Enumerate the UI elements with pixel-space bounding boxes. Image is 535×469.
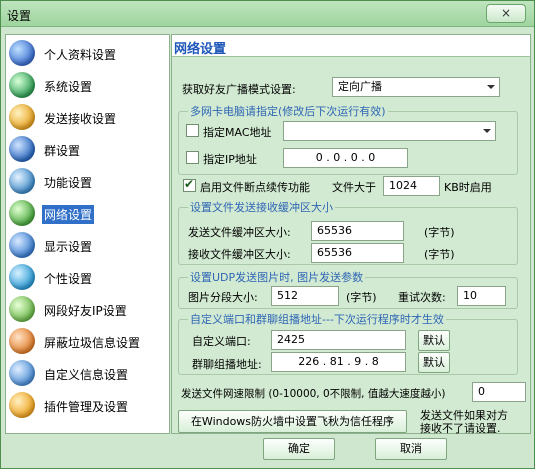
block-spam-icon — [9, 328, 35, 354]
close-button[interactable]: × — [486, 4, 526, 23]
plugin-icon — [9, 392, 35, 418]
sidebar-item-label: 自定义信息设置 — [44, 368, 129, 382]
send-buffer-input[interactable]: 65536 — [311, 221, 404, 241]
user-profile-icon — [9, 40, 35, 66]
sidebar-item-label: 个性设置 — [44, 272, 93, 286]
multicast-address-label: 群聊组播地址: — [192, 358, 262, 371]
mac-address-label: 指定MAC地址 — [203, 126, 272, 139]
broadcast-mode-select[interactable]: 定向广播 — [332, 77, 500, 97]
sidebar-item-label: 网络设置 — [42, 205, 95, 224]
recv-buffer-input[interactable]: 65536 — [311, 243, 404, 263]
speed-limit-label: 发送文件网速限制 (0-10000, 0不限制, 值越大速度越小) — [181, 388, 446, 400]
sidebar-item-plugins[interactable]: 插件管理及设置 — [6, 389, 169, 421]
file-size-threshold-input[interactable]: 1024 — [383, 176, 440, 196]
file-larger-label: 文件大于 — [332, 181, 376, 194]
custom-port-input[interactable]: 2425 — [271, 330, 406, 350]
sidebar-item-label: 系统设置 — [44, 80, 93, 94]
chunk-size-unit: (字节) — [346, 291, 377, 304]
sidebar-item-label: 屏蔽垃圾信息设置 — [44, 336, 141, 350]
recv-buffer-unit: (字节) — [424, 248, 455, 261]
ip-segment-icon — [9, 296, 35, 322]
check-mark-icon: ✔ — [184, 177, 195, 191]
sidebar-item-ip-segment[interactable]: 网段好友IP设置 — [6, 293, 169, 325]
retry-count-input[interactable]: 10 — [457, 286, 506, 306]
ip-address-label: 指定IP地址 — [203, 153, 257, 166]
sidebar-item-profile[interactable]: 个人资料设置 — [6, 37, 169, 69]
chevron-down-icon — [487, 85, 495, 89]
sidebar-item-label: 发送接收设置 — [44, 112, 117, 126]
settings-window: 设置 × 个人资料设置 系统设置 发送接收设置 群设置 功能设置 网络设置 显示… — [0, 0, 535, 469]
system-gear-icon — [9, 72, 35, 98]
firewall-trust-button[interactable]: 在Windows防火墙中设置飞秋为信任程序 — [178, 410, 407, 433]
sidebar-item-system[interactable]: 系统设置 — [6, 69, 169, 101]
sidebar-item-label: 功能设置 — [44, 176, 93, 190]
udp-group-title: 设置UDP发送图片时, 图片发送参数 — [188, 269, 366, 285]
sidebar-item-label: 插件管理及设置 — [44, 400, 129, 414]
broadcast-mode-value: 定向广播 — [338, 80, 382, 93]
resume-transfer-checkbox[interactable]: ✔ — [183, 177, 196, 192]
function-icon — [9, 168, 35, 194]
sidebar-item-label: 个人资料设置 — [44, 48, 117, 62]
window-title: 设置 — [7, 9, 32, 23]
chunk-size-label: 图片分段大小: — [188, 291, 258, 304]
resume-transfer-label: 启用文件断点续传功能 — [200, 181, 310, 194]
panel-header: 网络设置 — [172, 35, 530, 57]
firewall-note-line2: 接收不了请设置. — [420, 422, 501, 435]
port-default-button[interactable]: 默认 — [418, 330, 450, 351]
custom-info-icon — [9, 360, 35, 386]
broadcast-mode-label: 获取好友广播模式设置: — [182, 83, 296, 96]
buffer-group-title: 设置文件发送接收缓冲区大小 — [188, 199, 335, 215]
sidebar-item-custom-info[interactable]: 自定义信息设置 — [6, 357, 169, 389]
sidebar-item-display[interactable]: 显示设置 — [6, 229, 169, 261]
speed-limit-input[interactable]: 0 — [472, 382, 526, 402]
sidebar-item-send-receive[interactable]: 发送接收设置 — [6, 101, 169, 133]
multicast-default-button[interactable]: 默认 — [418, 352, 450, 373]
sidebar-item-function[interactable]: 功能设置 — [6, 165, 169, 197]
kb-enable-label: KB时启用 — [444, 181, 492, 194]
personal-icon — [9, 264, 35, 290]
sidebar-item-block-spam[interactable]: 屏蔽垃圾信息设置 — [6, 325, 169, 357]
title-bar[interactable]: 设置 × — [1, 1, 534, 27]
send-buffer-label: 发送文件缓冲区大小: — [188, 226, 291, 239]
sidebar-item-label: 网段好友IP设置 — [44, 304, 127, 318]
mac-address-select[interactable] — [283, 121, 496, 141]
group-globe-icon — [9, 136, 35, 162]
network-icon — [9, 200, 35, 226]
chunk-size-input[interactable]: 512 — [271, 286, 339, 306]
display-icon — [9, 232, 35, 258]
settings-sidebar: 个人资料设置 系统设置 发送接收设置 群设置 功能设置 网络设置 显示设置 个性… — [5, 34, 170, 434]
send-buffer-unit: (字节) — [424, 226, 455, 239]
multicast-address-field[interactable]: 226 . 81 . 9 . 8 — [271, 352, 406, 372]
send-receive-icon — [9, 104, 35, 130]
ip-address-checkbox[interactable] — [186, 151, 199, 164]
sidebar-item-group[interactable]: 群设置 — [6, 133, 169, 165]
sidebar-item-personal[interactable]: 个性设置 — [6, 261, 169, 293]
ip-address-field[interactable]: 0 . 0 . 0 . 0 — [283, 148, 408, 168]
ok-button[interactable]: 确定 — [263, 438, 335, 460]
chevron-down-icon — [483, 129, 491, 133]
cancel-button[interactable]: 取消 — [375, 438, 447, 460]
custom-port-label: 自定义端口: — [192, 335, 251, 348]
page-title: 网络设置 — [174, 42, 227, 57]
retry-count-label: 重试次数: — [398, 291, 446, 304]
sidebar-item-label: 显示设置 — [44, 240, 93, 254]
multi-nic-title: 多网卡电脑请指定(修改后下次运行有效) — [188, 103, 388, 119]
mac-address-checkbox[interactable] — [186, 124, 199, 137]
sidebar-item-label: 群设置 — [44, 144, 81, 158]
network-settings-panel: 网络设置 获取好友广播模式设置: 定向广播 多网卡电脑请指定(修改后下次运行有效… — [171, 34, 531, 435]
sidebar-item-network[interactable]: 网络设置 — [6, 197, 169, 229]
port-group-title: 自定义端口和群聊组播地址---下次运行程序时才生效 — [188, 311, 446, 327]
recv-buffer-label: 接收文件缓冲区大小: — [188, 248, 291, 261]
